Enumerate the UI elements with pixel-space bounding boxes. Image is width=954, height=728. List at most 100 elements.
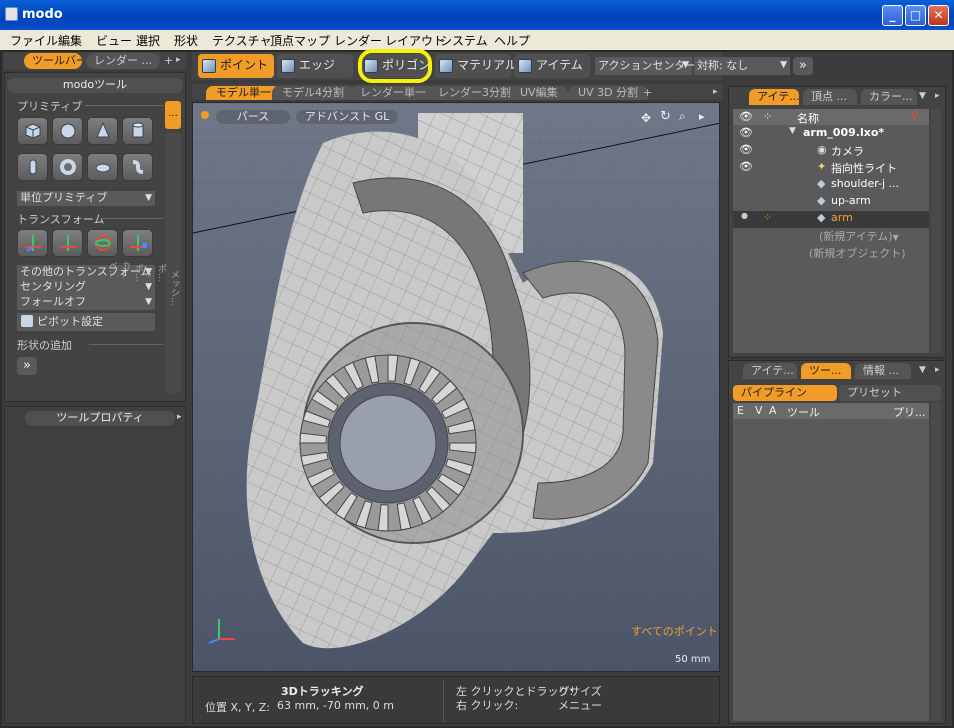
edge-mode-button[interactable]: エッジ [277, 54, 353, 78]
tab-pipeline[interactable]: パイプライン [733, 385, 837, 401]
panel-arrow-icon[interactable]: ▸ [177, 412, 182, 422]
3d-viewport[interactable]: パース アドバンスト GL ✥ ↻ ⌕ ▸ すべてのポイント 50 mm [192, 102, 720, 672]
menu-vertex-map[interactable]: 頂点マップ [270, 32, 330, 49]
chevron-down-icon[interactable]: ▼ [919, 365, 926, 375]
menu-help[interactable]: ヘルプ [494, 32, 530, 49]
eye-icon[interactable]: 👁 [739, 143, 753, 156]
tab-items[interactable]: アイテ... [749, 89, 799, 105]
menu-bar: ファイル 編集 ビュー 選択 形状 テクスチャ 頂点マップ レンダー レイアウト… [0, 30, 954, 50]
col-visible[interactable]: V [755, 404, 763, 417]
new-item-dropdown[interactable]: (新規アイテム)▼ [819, 228, 899, 244]
point-mode-label: ポイント [220, 58, 269, 72]
tree-row-light[interactable]: 👁 ✦ 指向性ライト [733, 160, 933, 177]
col-tool[interactable]: ツール [787, 404, 820, 420]
col-enable[interactable]: E [737, 404, 744, 417]
tab-model-single[interactable]: モデル単一 [206, 86, 281, 100]
tab-model-quad[interactable]: モデル4分割 [272, 86, 354, 100]
tree-row-arm-selected[interactable]: ● ⁘ ◆ arm [733, 211, 929, 228]
cube-tool-button[interactable] [17, 117, 48, 145]
name-column-header[interactable]: 名称 [797, 110, 819, 126]
tool-pipe-scrollbar[interactable] [931, 403, 941, 721]
move-tool-button[interactable] [17, 229, 48, 257]
side-tab-curve[interactable]: カ... [119, 133, 132, 393]
filter-icon[interactable]: ⚲ [911, 109, 919, 122]
menu-render[interactable]: レンダー [334, 32, 382, 49]
add-viewport-tab-button[interactable]: + [643, 86, 652, 99]
col-preset[interactable]: プリ... [893, 404, 926, 420]
menu-view[interactable]: ビュー [96, 32, 132, 49]
material-mode-button[interactable]: マテリアル [435, 54, 517, 78]
side-tab-strip[interactable]: メッシ... ポ... ... ポ... カ... ベ... [107, 133, 181, 393]
chevron-down-icon[interactable]: ▼ [919, 91, 926, 101]
capsule-tool-button[interactable] [17, 153, 48, 181]
toolbar-more-button[interactable]: » [793, 57, 813, 75]
side-tab-more[interactable]: ... [145, 133, 155, 393]
tab-toolbar[interactable]: ツールバー [24, 53, 82, 69]
new-object-button[interactable]: (新規オブジェクト) [809, 245, 906, 261]
col-active[interactable]: A [769, 404, 777, 417]
uparm-name: up-arm [831, 194, 871, 207]
panel-arrow-icon[interactable]: ▸ [176, 55, 181, 65]
rotate-tool-button[interactable] [52, 229, 83, 257]
menu-system[interactable]: システム [440, 32, 488, 49]
eye-icon[interactable]: 👁 [739, 160, 753, 173]
tool-properties-header[interactable]: ツールプロパティ [25, 411, 175, 426]
add-tab-button[interactable]: + [164, 54, 173, 67]
viewport-menu-icon[interactable]: ▸ [699, 110, 705, 123]
tab-preset[interactable]: プリセット [839, 385, 941, 401]
maximize-button[interactable]: □ [905, 5, 926, 26]
tab-render-triple[interactable]: レンダー3分割 [428, 86, 521, 100]
menu-geometry[interactable]: 形状 [174, 32, 198, 49]
tree-row-shoulder[interactable]: ◆ shoulder-j ... [733, 177, 933, 194]
tree-row-scene[interactable]: 👁 ▼ arm_009.lxo* [733, 126, 933, 143]
window-title: modo [22, 7, 63, 22]
panel-arrow-icon[interactable]: ▸ [935, 91, 940, 101]
menu-texture[interactable]: テクスチャ [212, 32, 272, 49]
zoom-icon[interactable]: ⌕ [679, 109, 686, 124]
side-tab-poly2[interactable]: ポ... [132, 133, 145, 393]
panel-arrow-icon[interactable]: ▸ [713, 87, 718, 97]
side-tab-mesh[interactable]: メッシ... [168, 133, 181, 393]
menu-edit[interactable]: 編集 [58, 32, 82, 49]
tab-render-single[interactable]: レンダー単一 [350, 86, 436, 100]
torus-tool-button[interactable] [52, 153, 83, 181]
menu-layout[interactable]: レイアウト [385, 32, 445, 49]
tab-info[interactable]: 情報 ... [855, 363, 911, 379]
side-tab-active[interactable]: ... [165, 101, 181, 129]
side-tab-bezier[interactable]: ベ... [106, 133, 119, 393]
menu-file[interactable]: ファイル [10, 32, 58, 49]
lock-icon[interactable]: ⁘ [763, 211, 772, 224]
point-mode-button[interactable]: ポイント [198, 54, 274, 78]
expand-button[interactable]: » [17, 357, 37, 375]
menu-select[interactable]: 選択 [136, 32, 160, 49]
close-button[interactable]: ✕ [928, 5, 949, 26]
item-list-scrollbar[interactable] [931, 109, 941, 353]
minimize-button[interactable]: _ [882, 5, 903, 26]
tab-render[interactable]: レンダー ... [86, 53, 160, 69]
orbit-icon[interactable]: ↻ [660, 109, 671, 124]
tree-row-uparm[interactable]: ◆ up-arm [733, 194, 933, 211]
expand-triangle-icon[interactable]: ▼ [789, 126, 796, 136]
eye-icon[interactable]: 👁 [739, 126, 753, 139]
tab-uv-edit[interactable]: UV編集 [510, 86, 568, 100]
action-center-dropdown[interactable]: アクションセンター ▼ [595, 57, 696, 75]
tree-row-camera[interactable]: 👁 ◉ カメラ [733, 143, 933, 160]
tab-items-2[interactable]: アイテ... [743, 363, 797, 379]
tab-uv-3d[interactable]: UV 3D 分割 [568, 86, 649, 100]
viewport-options-icon[interactable] [201, 111, 209, 119]
hint-key-right: 右 クリック: [456, 699, 519, 712]
pan-icon[interactable]: ✥ [641, 111, 651, 125]
side-tab-poly[interactable]: ポ... [155, 133, 168, 393]
hint-action-menu: メニュー [558, 699, 602, 712]
tab-color[interactable]: カラー... [861, 89, 917, 105]
symmetry-dropdown[interactable]: 対称: なし ▼ [694, 57, 790, 75]
tab-vertex[interactable]: 頂点 ... [803, 89, 857, 105]
view-mode-button[interactable]: パース [215, 109, 291, 125]
sphere-tool-button[interactable] [52, 117, 83, 145]
modo-tools-header[interactable]: modoツール [7, 78, 183, 93]
item-mode-button[interactable]: アイテム [514, 54, 590, 78]
visibility-dot-icon[interactable]: ● [741, 211, 748, 220]
panel-arrow-icon[interactable]: ▸ [935, 365, 940, 375]
tab-tool-pipe[interactable]: ツー... [801, 363, 851, 379]
shading-mode-button[interactable]: アドバンスト GL [295, 109, 399, 125]
